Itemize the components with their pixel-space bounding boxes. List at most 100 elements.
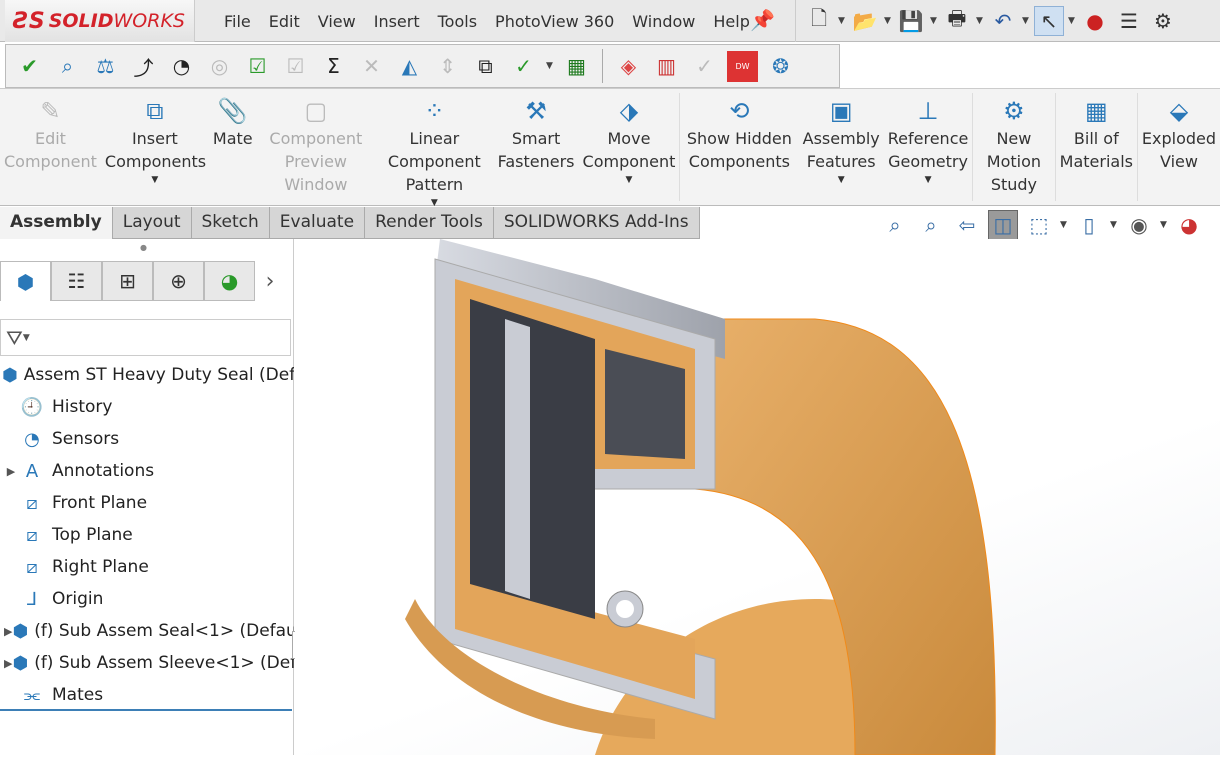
tab-layout[interactable]: Layout (112, 207, 192, 239)
menu-file[interactable]: File (215, 12, 260, 31)
previous-view-icon[interactable]: ⇦ (952, 210, 982, 240)
undo-icon[interactable]: ↶ (988, 6, 1018, 36)
chevron-down-icon[interactable]: ▼ (546, 61, 554, 71)
section-properties-icon[interactable]: ⤴ (128, 51, 159, 82)
dimxpert-tab-icon[interactable]: ⊕ (153, 261, 204, 301)
open-folder-icon[interactable]: 📂 (850, 6, 880, 36)
chevron-down-icon[interactable]: ▼ (1110, 220, 1118, 230)
chevron-right-icon[interactable]: › (255, 261, 285, 301)
tab-render-tools[interactable]: Render Tools (365, 207, 494, 239)
curvature-icon[interactable]: ◈ (613, 51, 644, 82)
spell-check-icon[interactable]: ✔ (14, 51, 45, 82)
filter-icon[interactable]: ⛛ (6, 326, 23, 350)
save-icon[interactable]: 💾 (896, 6, 926, 36)
tab-solidworks-add-ins[interactable]: SOLIDWORKS Add-Ins (493, 207, 700, 239)
property-manager-tab-icon[interactable]: ☷ (51, 261, 102, 301)
mass-properties-icon[interactable]: ⚖ (90, 51, 121, 82)
chevron-down-icon[interactable]: ▼ (976, 16, 984, 26)
zoom-to-area-icon[interactable]: ⌕ (916, 210, 946, 240)
tree-filter[interactable]: ⛛ ▼ (0, 319, 291, 356)
graphics-viewport[interactable] (295, 239, 1220, 756)
check-active-document-icon[interactable]: ✓ (508, 51, 539, 82)
tab-evaluate[interactable]: Evaluate (269, 207, 366, 239)
performance-evaluation-icon[interactable]: ◔ (166, 51, 197, 82)
symmetry-check-icon[interactable]: ◭ (394, 51, 425, 82)
display-manager-tab-icon[interactable]: ◕ (204, 261, 255, 301)
compare-documents-icon[interactable]: ⧉ (470, 51, 501, 82)
insert-components-button[interactable]: ⧉ Insert Components ▼ (101, 89, 209, 205)
assembly-features-button[interactable]: ▣ Assembly Features ▼ (799, 89, 884, 205)
tree-item[interactable]: ⧄ Right Plane (0, 551, 294, 583)
menu-tools[interactable]: Tools (429, 12, 486, 31)
exploded-view-button[interactable]: ⬙ Exploded View (1138, 89, 1220, 205)
menu-photoview-360[interactable]: PhotoView 360 (486, 12, 623, 31)
rebuild-traffic-light-icon[interactable]: ● (1080, 6, 1110, 36)
linear-component-pattern-button[interactable]: ⁘ Linear Component Pattern ▼ (375, 89, 494, 208)
mate-button[interactable]: 📎 Mate (209, 89, 257, 205)
rollback-bar[interactable] (0, 709, 292, 711)
panel-grip[interactable]: ● (140, 243, 147, 252)
new-document-icon[interactable]: 🗋 (804, 6, 834, 36)
menu-window[interactable]: Window (623, 12, 704, 31)
expand-arrow-icon[interactable]: ▶ (4, 657, 12, 670)
appearance-icon[interactable]: ◕ (1174, 210, 1204, 240)
display-style-icon[interactable]: ▯ (1074, 210, 1104, 240)
feature-manager-tab-icon[interactable]: ⬢ (0, 261, 51, 301)
file-properties-icon[interactable]: ☰ (1114, 6, 1144, 36)
tree-item[interactable]: ⧄ Front Plane (0, 487, 294, 519)
sigma-equations-icon[interactable]: Σ (318, 51, 349, 82)
pin-icon[interactable]: 📌 (750, 8, 775, 32)
chevron-down-icon[interactable]: ▼ (1160, 220, 1168, 230)
zoom-to-fit-icon[interactable]: ⌕ (880, 210, 910, 240)
menu-edit[interactable]: Edit (260, 12, 309, 31)
move-component-button[interactable]: ⬗ Move Component ▼ (579, 89, 680, 205)
section-view-icon[interactable]: ◫ (988, 210, 1018, 240)
chevron-down-icon[interactable]: ▼ (626, 173, 633, 187)
bill-of-materials-button[interactable]: ▦ Bill of Materials (1055, 89, 1137, 205)
tree-item[interactable]: ▶⬢(f) Sub Assem Seal<1> (Default<Display… (0, 615, 294, 647)
configuration-manager-tab-icon[interactable]: ⊞ (102, 261, 153, 301)
zebra-stripes-icon[interactable]: ▥ (651, 51, 682, 82)
print-icon[interactable]: 🖶 (942, 6, 972, 36)
sensors-icon: ◔ (24, 428, 40, 450)
driveworks-icon[interactable]: DW (727, 50, 758, 82)
menu-insert[interactable]: Insert (365, 12, 429, 31)
expand-arrow-icon[interactable]: ▶ (4, 465, 18, 478)
chevron-down-icon[interactable]: ▼ (838, 173, 845, 187)
view-orientation-icon[interactable]: ⬚ (1024, 210, 1054, 240)
tree-item[interactable]: ▶⬢(f) Sub Assem Sleeve<1> (Default<Displ… (0, 647, 294, 679)
chevron-down-icon[interactable]: ▼ (884, 16, 892, 26)
tab-assembly[interactable]: Assembly (0, 207, 113, 239)
interference-detection-icon[interactable]: ☑ (242, 51, 273, 82)
chevron-down-icon[interactable]: ▼ (925, 173, 932, 187)
chevron-down-icon[interactable]: ▼ (1060, 220, 1068, 230)
tree-item[interactable]: 🕘 History (0, 391, 294, 423)
measure-icon[interactable]: ⌕ (52, 51, 83, 82)
show-hidden-components-button[interactable]: ⟲ Show Hidden Components (680, 89, 799, 205)
chevron-down-icon[interactable]: ▼ (1068, 16, 1076, 26)
chevron-down-icon[interactable]: ▼ (151, 173, 158, 187)
new-motion-study-button[interactable]: ⚙ New Motion Study (973, 89, 1055, 205)
seal-section-model[interactable] (295, 239, 1220, 756)
tab-sketch[interactable]: Sketch (191, 207, 270, 239)
tree-item[interactable]: ⬢Assem ST Heavy Duty Seal (Default<Displ… (0, 359, 294, 391)
reference-geometry-button[interactable]: ⊥ Reference Geometry ▼ (884, 89, 973, 205)
excel-table-icon[interactable]: ▦ (561, 51, 592, 82)
menu-view[interactable]: View (309, 12, 365, 31)
select-cursor-icon[interactable]: ↖ (1034, 6, 1064, 36)
chevron-down-icon[interactable]: ▼ (838, 16, 846, 26)
expand-arrow-icon[interactable]: ▶ (4, 625, 12, 638)
tree-item[interactable]: ⅃ Origin (0, 583, 294, 615)
options-gear-icon[interactable]: ⚙ (1148, 6, 1178, 36)
smart-fasteners-button[interactable]: ⚒ Smart Fasteners (494, 89, 579, 205)
3dexperience-icon[interactable]: ❂ (765, 51, 796, 82)
chevron-down-icon[interactable]: ▼ (930, 16, 938, 26)
chevron-down-icon[interactable]: ▼ (1022, 16, 1030, 26)
chevron-down-icon[interactable]: ▼ (23, 333, 30, 343)
solidworks-logo[interactable]: ƧS SOLID WORKS (5, 0, 195, 42)
hide-show-items-icon[interactable]: ◉ (1124, 210, 1154, 240)
tree-item[interactable]: ⧄ Top Plane (0, 519, 294, 551)
tree-item[interactable]: ▶ A Annotations (0, 455, 294, 487)
tree-item[interactable]: ◔ Sensors (0, 423, 294, 455)
tree-item[interactable]: ⫘ Mates (0, 679, 294, 711)
